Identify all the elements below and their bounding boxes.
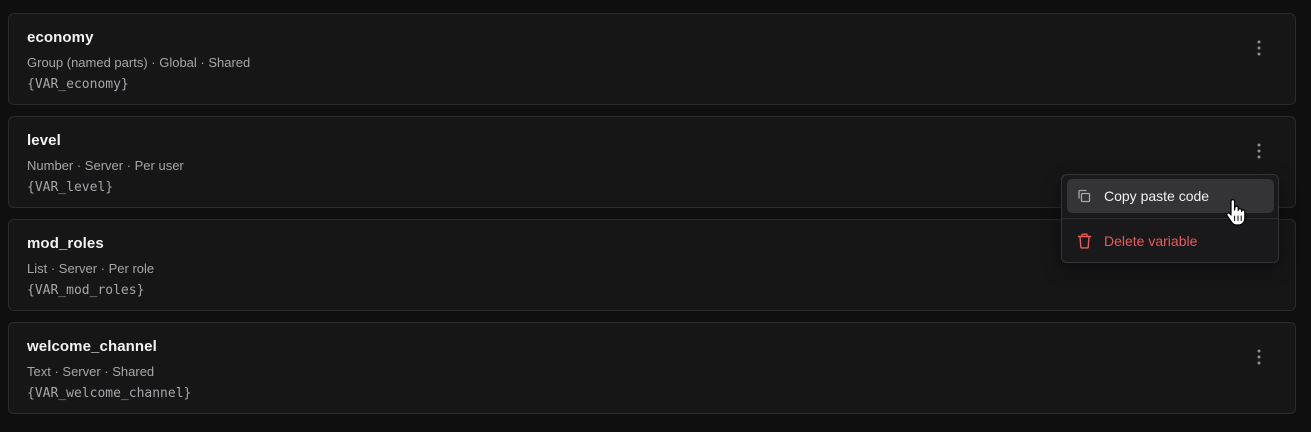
more-options-button[interactable] [1247, 139, 1271, 163]
copy-icon [1076, 188, 1092, 204]
variable-code: {VAR_mod_roles} [27, 283, 145, 298]
variable-meta: Text · Server · Shared [27, 364, 155, 379]
variable-name: level [27, 132, 61, 149]
more-options-button[interactable] [1247, 36, 1271, 60]
variable-list: economy Group (named parts) · Global · S… [0, 0, 1311, 432]
variable-name: economy [27, 29, 94, 46]
kebab-icon [1257, 40, 1261, 56]
copy-paste-code-label: Copy paste code [1104, 188, 1210, 204]
variable-context-menu: Copy paste code Delete variable [1061, 174, 1279, 263]
variable-card-welcome-channel: welcome_channel Text · Server · Shared {… [8, 322, 1296, 414]
trash-icon [1076, 233, 1092, 249]
variable-card-economy: economy Group (named parts) · Global · S… [8, 13, 1296, 105]
variable-meta: Number · Server · Per user [27, 158, 184, 173]
variable-code: {VAR_level} [27, 180, 114, 195]
variable-meta: List · Server · Per role [27, 261, 155, 276]
delete-variable-menu-item[interactable]: Delete variable [1067, 224, 1274, 258]
variable-name: mod_roles [27, 235, 104, 252]
variable-meta: Group (named parts) · Global · Shared [27, 55, 251, 70]
delete-variable-label: Delete variable [1104, 233, 1198, 249]
more-options-button[interactable] [1247, 345, 1271, 369]
copy-paste-code-menu-item[interactable]: Copy paste code [1067, 179, 1274, 213]
menu-divider [1062, 218, 1278, 219]
variable-code: {VAR_economy} [27, 77, 129, 92]
variable-name: welcome_channel [27, 338, 157, 355]
kebab-icon [1257, 349, 1261, 365]
variable-code: {VAR_welcome_channel} [27, 386, 192, 401]
kebab-icon [1257, 143, 1261, 159]
